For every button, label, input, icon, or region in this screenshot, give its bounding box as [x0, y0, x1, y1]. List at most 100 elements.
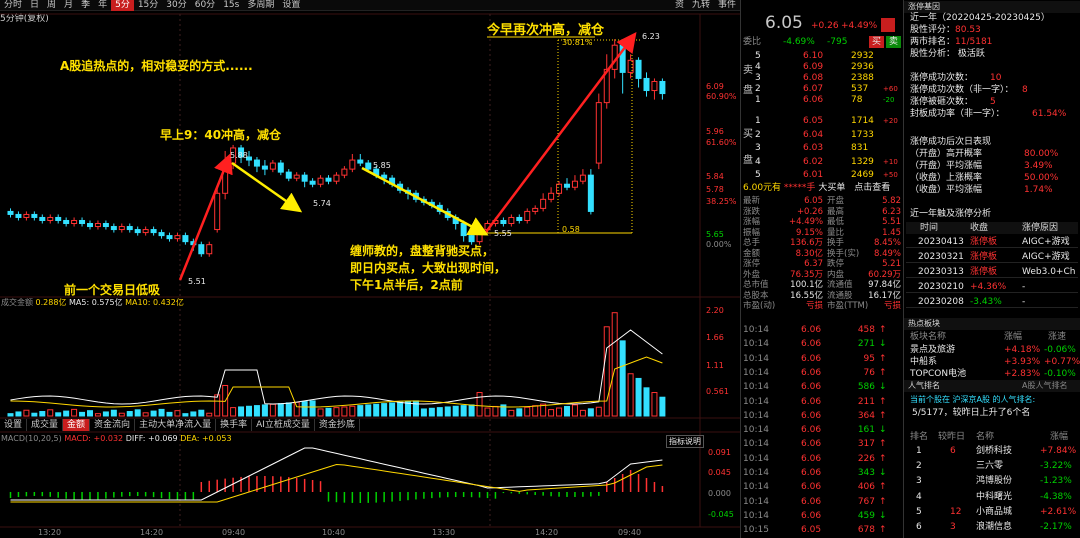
- volume-bar: [142, 412, 149, 417]
- candle: [79, 217, 86, 227]
- candle: [548, 187, 555, 203]
- volume-bar: [357, 405, 364, 417]
- tick-volume: 95: [863, 353, 875, 364]
- pop-hint: 当前个股在 沪深京A股 的人气排名:: [910, 395, 1036, 404]
- candle: [556, 181, 563, 197]
- pop-row[interactable]: 6 3 浪潮信息 -2.17%: [906, 521, 1078, 533]
- gene-period: 近一年（20220425-20230425）: [910, 13, 1050, 23]
- sector-row[interactable]: 中船系 +3.93% +0.77%: [906, 356, 1080, 368]
- tick-volume: 458: [857, 325, 875, 335]
- after-value: 3.49%: [1024, 161, 1053, 171]
- volume-bar: [55, 412, 62, 417]
- recent-date: 20230210: [918, 282, 964, 292]
- sector-name: 中船系: [910, 357, 938, 367]
- volume-bar: [397, 401, 404, 417]
- recent-row[interactable]: 20230321 涨停板 AIGC+游戏: [906, 251, 1078, 263]
- score-row: 股性评分：80.53: [910, 25, 981, 35]
- buy-button[interactable]: 买: [869, 36, 885, 48]
- tick-time: 10:14: [743, 510, 769, 521]
- pop-change: 6: [950, 446, 956, 456]
- recent-row[interactable]: 20230208 -3.43% -: [906, 296, 1078, 308]
- arrow-down-1: [231, 161, 303, 213]
- tick-arrow: ↓: [879, 425, 887, 436]
- macd-header: MACD(10,20,5) MACD: +0.032 DIFF: +0.069 …: [1, 434, 232, 443]
- pop-row[interactable]: 2 三六零 -3.22%: [906, 460, 1078, 472]
- volume-bar: [15, 411, 22, 417]
- vol-ma5-line: [10, 329, 663, 405]
- indicator-tab-1[interactable]: 成交量: [27, 419, 64, 431]
- candle: [63, 217, 70, 227]
- volume-bar: [389, 402, 396, 417]
- recent-close: +4.36%: [970, 282, 1007, 292]
- indicator-help-button[interactable]: 指标说明: [666, 435, 704, 448]
- bid-level: 5: [755, 170, 761, 180]
- pop-row[interactable]: 4 中科曙光 -4.38%: [906, 491, 1078, 503]
- volume-bar: [548, 409, 555, 417]
- candle: [579, 169, 586, 185]
- bid-price[interactable]: 6.05: [803, 115, 823, 127]
- pop-sub[interactable]: A股人气排名: [1022, 380, 1067, 392]
- indicator-tab-5[interactable]: 换手率: [216, 419, 253, 431]
- stat-value-2: 亏损: [883, 301, 901, 311]
- volume-bar: [635, 377, 642, 417]
- pop-head-cell: 涨幅: [1050, 432, 1069, 442]
- indicator-tab-4[interactable]: 主动大单净流入量: [135, 419, 217, 431]
- volume-bar: [476, 392, 483, 417]
- bid-price[interactable]: 6.04: [803, 129, 823, 141]
- sell-button[interactable]: 卖: [886, 36, 902, 48]
- tick-arrow: ↑: [879, 453, 887, 464]
- candle: [182, 232, 189, 245]
- ask-price[interactable]: 6.06: [803, 94, 823, 106]
- price-change-pct: +4.49%: [841, 21, 878, 31]
- candle: [269, 160, 276, 173]
- bid-volume: 1733: [851, 129, 874, 140]
- candle: [134, 226, 141, 236]
- volume-bar: [79, 411, 86, 417]
- volume-bar: [110, 409, 117, 417]
- indicator-tab-7[interactable]: 资金抄底: [315, 419, 360, 431]
- pop-head-cell: 排名: [910, 432, 929, 442]
- tick-arrow: ↑: [879, 410, 887, 421]
- pop-row[interactable]: 1 6 剑桥科技 +7.84%: [906, 445, 1078, 457]
- indicator-tab-3[interactable]: 资金流向: [90, 419, 136, 431]
- bid-price[interactable]: 6.02: [803, 156, 823, 168]
- bid-volume: 1329: [851, 156, 874, 167]
- tick-volume: 767: [857, 496, 875, 507]
- indicator-tab-6[interactable]: AI立桩成交量: [252, 419, 315, 431]
- sector-row[interactable]: 景点及旅游 +4.18% -0.06%: [906, 344, 1078, 356]
- indicator-tab-2[interactable]: 金额: [63, 419, 91, 431]
- tick-price: 6.06: [801, 496, 822, 507]
- bid-level: 1: [755, 116, 761, 126]
- pop-row[interactable]: 3 鸿博股份 -1.23%: [906, 475, 1078, 487]
- add-watch-button[interactable]: [881, 18, 895, 32]
- price-axis-5: 5.65: [706, 230, 724, 239]
- candle: [524, 208, 531, 224]
- pop-row[interactable]: 5 12 小商品城 +2.61%: [906, 506, 1078, 518]
- candle: [595, 93, 602, 170]
- pop-name: 浪潮信息: [976, 522, 1013, 532]
- bid-side-label: 买: [743, 129, 753, 140]
- recent-date: 20230321: [918, 252, 964, 262]
- candle: [15, 211, 22, 221]
- candle: [659, 78, 666, 100]
- recent-head-cell: 涨停原因: [1022, 223, 1059, 233]
- price-label-551: 5.51: [188, 277, 206, 286]
- bid-price[interactable]: 6.03: [803, 142, 823, 154]
- after-title: 涨停成功后次日表现: [910, 137, 992, 147]
- candle: [309, 178, 316, 188]
- tick-time: 10:15: [743, 525, 769, 536]
- volume-bar: [603, 326, 610, 417]
- volume-bar: [198, 409, 205, 417]
- tick-time: 10:14: [743, 396, 769, 407]
- indicator-tab-0[interactable]: 设置: [0, 419, 28, 431]
- recent-row[interactable]: 20230210 +4.36% -: [906, 281, 1078, 293]
- recent-row[interactable]: 20230313 涨停板 Web3.0+Ch: [906, 266, 1078, 278]
- recent-row[interactable]: 20230413 涨停板 AIGC+游戏: [906, 236, 1078, 248]
- sector-row[interactable]: TOPCON电池 +2.83% -0.10%: [906, 368, 1078, 380]
- annotation-buy-point-2: 即日内买点，大致出现时间，: [350, 261, 507, 275]
- tick-time: 10:14: [743, 468, 769, 478]
- volume-bar: [659, 396, 666, 417]
- bid-price[interactable]: 6.01: [803, 169, 823, 181]
- volume-bar: [285, 402, 292, 417]
- big-order-bar[interactable]: 6.00元有 *****手 大买单 点击查看: [743, 182, 903, 194]
